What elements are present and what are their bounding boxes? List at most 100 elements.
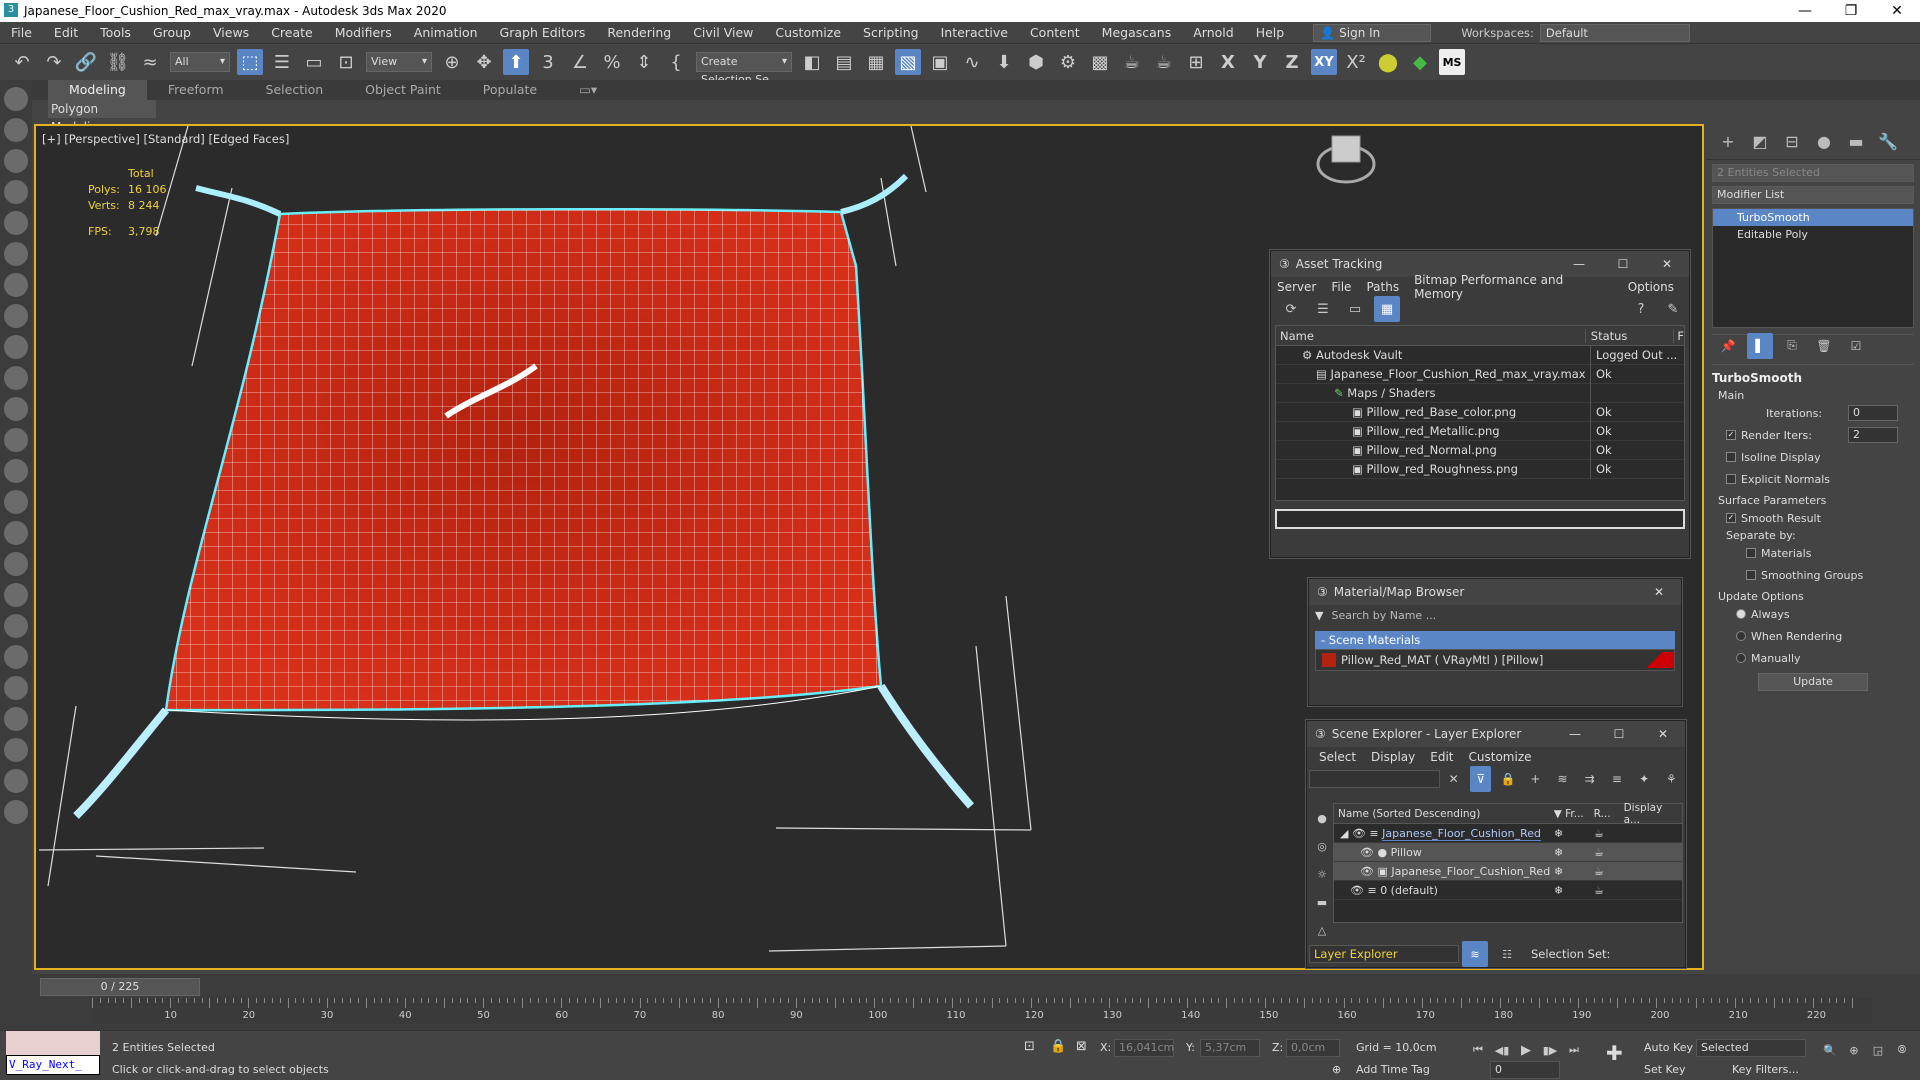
- smoothing-groups-checkbox[interactable]: [1746, 570, 1756, 580]
- view-cube[interactable]: [1316, 135, 1376, 184]
- scene-menu-display[interactable]: Display: [1371, 750, 1415, 764]
- scene-materials-group[interactable]: - Scene Materials: [1315, 631, 1675, 649]
- sign-in-button[interactable]: 👤 Sign In: [1313, 23, 1432, 42]
- filter-icon[interactable]: ⊽: [1470, 766, 1492, 792]
- cone-icon[interactable]: [4, 459, 28, 483]
- maximize-icon[interactable]: ☐: [1601, 257, 1645, 271]
- pin-icon[interactable]: ✎: [1660, 296, 1686, 322]
- maxscript-input[interactable]: V_Ray_Next_: [6, 1055, 100, 1075]
- asset-menu-bitmap[interactable]: Bitmap Performance and Memory: [1414, 273, 1613, 301]
- layers-icon[interactable]: ◆: [1407, 49, 1433, 75]
- col-freeze[interactable]: ▼ Fr...: [1554, 808, 1594, 820]
- select-by-name-icon[interactable]: ☰: [269, 49, 295, 75]
- menu-help[interactable]: Help: [1245, 25, 1296, 40]
- render-icon[interactable]: ☕: [1594, 865, 1624, 878]
- settings-icon[interactable]: [4, 676, 28, 700]
- set-key-button[interactable]: Set Key: [1644, 1063, 1686, 1076]
- ribbon-tab-populate[interactable]: Populate: [462, 80, 558, 100]
- viewport-layout-icon[interactable]: [4, 149, 28, 173]
- expand-icon[interactable]: ◢ 👁 ≡: [1340, 827, 1382, 840]
- modifier-list-dropdown[interactable]: Modifier List: [1712, 186, 1914, 204]
- table-row[interactable]: ⚙ Autodesk Vault Logged Out ...: [1276, 345, 1684, 365]
- prev-frame-icon[interactable]: ◀▮: [1493, 1037, 1511, 1063]
- freeze-icon[interactable]: ❄: [1554, 865, 1594, 878]
- ribbon-options-icon[interactable]: ▭▾: [558, 80, 618, 100]
- table-row[interactable]: ▣ Pillow_red_Roughness.png Ok: [1276, 459, 1684, 479]
- undo-icon[interactable]: ↶: [9, 49, 35, 75]
- motion-tab-icon[interactable]: ●: [1808, 132, 1840, 151]
- ribbon-tab-selection[interactable]: Selection: [245, 80, 345, 100]
- lights-icon[interactable]: [4, 242, 28, 266]
- table-view-icon[interactable]: ▦: [1374, 296, 1400, 322]
- update-button[interactable]: Update: [1758, 673, 1868, 691]
- reference-coord-dropdown[interactable]: View: [366, 52, 432, 72]
- y-coordinate[interactable]: 5,37cm: [1200, 1039, 1260, 1057]
- fur-icon[interactable]: [4, 583, 28, 607]
- menu-file[interactable]: File: [0, 25, 43, 40]
- x-coordinate[interactable]: 16,041cm: [1114, 1039, 1174, 1057]
- move-icon[interactable]: ✥: [471, 49, 497, 75]
- when-rendering-radio[interactable]: [1736, 631, 1746, 641]
- sun-icon[interactable]: [4, 490, 28, 514]
- dome-light-icon[interactable]: [4, 521, 28, 545]
- maximize-icon[interactable]: ❐: [1828, 3, 1874, 19]
- col-render[interactable]: R...: [1594, 808, 1624, 820]
- lock-icon[interactable]: 🔒: [1497, 766, 1518, 792]
- hierarchy-tab-icon[interactable]: ⊟: [1776, 132, 1808, 151]
- close-icon[interactable]: ✕: [1874, 3, 1920, 19]
- percent-snap-icon[interactable]: %: [599, 49, 625, 75]
- help-icon[interactable]: [4, 800, 28, 824]
- particles-icon[interactable]: [4, 552, 28, 576]
- asset-menu-options[interactable]: Options: [1628, 280, 1674, 294]
- explorer-type-dropdown[interactable]: Layer Explorer: [1309, 945, 1459, 963]
- help-icon[interactable]: ?: [1628, 296, 1654, 322]
- freeze-icon[interactable]: ❄: [1554, 846, 1594, 859]
- maximize-icon[interactable]: ☐: [1597, 727, 1641, 741]
- auto-key-button[interactable]: Auto Key: [1644, 1041, 1693, 1054]
- ribbon-tab-freeform[interactable]: Freeform: [147, 80, 245, 100]
- close-icon[interactable]: ✕: [1641, 727, 1685, 741]
- utilities-tab-icon[interactable]: 🔧: [1872, 132, 1904, 151]
- asset-menu-paths[interactable]: Paths: [1366, 280, 1399, 294]
- move-to-layer-icon[interactable]: ⇉: [1579, 766, 1600, 792]
- named-selection-dropdown[interactable]: Create Selection Se: [696, 52, 792, 86]
- freeze-icon[interactable]: ❄: [1554, 827, 1594, 840]
- maxscript-listener[interactable]: [6, 1031, 100, 1057]
- menu-modifiers[interactable]: Modifiers: [324, 25, 403, 40]
- layer-stack-icon[interactable]: ≋: [1552, 766, 1573, 792]
- render-iters-spinner[interactable]: 2: [1848, 427, 1898, 443]
- col-status[interactable]: Status: [1586, 328, 1675, 343]
- scripts-icon[interactable]: [4, 738, 28, 762]
- render-production-icon[interactable]: ☕: [1119, 49, 1145, 75]
- ribbon-tab-modeling[interactable]: Modeling: [48, 80, 147, 100]
- selection-mode-icon[interactable]: ☷: [1494, 941, 1520, 967]
- col-name-sorted[interactable]: Name (Sorted Descending): [1334, 808, 1554, 820]
- material-item[interactable]: Pillow_Red_MAT ( VRayMtl ) [Pillow]: [1315, 649, 1675, 671]
- snap-3d-icon[interactable]: 3: [535, 49, 561, 75]
- configure-sets-icon[interactable]: ☑: [1843, 333, 1869, 359]
- scene-search-input[interactable]: [1309, 770, 1440, 788]
- spinner-snap-icon[interactable]: ⇕: [631, 49, 657, 75]
- sphere-icon[interactable]: [4, 397, 28, 421]
- selection-filter-dropdown[interactable]: All: [170, 52, 230, 72]
- selection-lock-icon[interactable]: 🔒: [1050, 1039, 1066, 1054]
- physics-icon[interactable]: [4, 614, 28, 638]
- isolate-icon[interactable]: ⊡: [1024, 1039, 1035, 1054]
- key-filters-button[interactable]: Key Filters...: [1732, 1063, 1799, 1076]
- key-mode-dropdown[interactable]: Selected: [1696, 1039, 1806, 1057]
- time-slider[interactable]: 0 / 225: [40, 978, 200, 996]
- scene-menu-select[interactable]: Select: [1319, 750, 1356, 764]
- display-tab-icon[interactable]: ▬: [1840, 132, 1872, 151]
- angle-snap-icon[interactable]: ∠: [567, 49, 593, 75]
- remove-modifier-icon[interactable]: 🗑: [1811, 333, 1837, 359]
- axis-y-icon[interactable]: Y: [1247, 49, 1273, 75]
- minimize-icon[interactable]: —: [1557, 257, 1601, 271]
- maxscript-icon[interactable]: MS: [1439, 49, 1465, 75]
- axis-x-icon[interactable]: X: [1215, 49, 1241, 75]
- ribbon-toggle-icon[interactable]: ▣: [927, 49, 953, 75]
- menu-customize[interactable]: Customize: [764, 25, 852, 40]
- highlight-icon[interactable]: ✦: [1634, 766, 1655, 792]
- render-grid-icon[interactable]: ⊞: [1183, 49, 1209, 75]
- layer-explorer-icon[interactable]: ▧: [895, 49, 921, 75]
- menu-create[interactable]: Create: [260, 25, 324, 40]
